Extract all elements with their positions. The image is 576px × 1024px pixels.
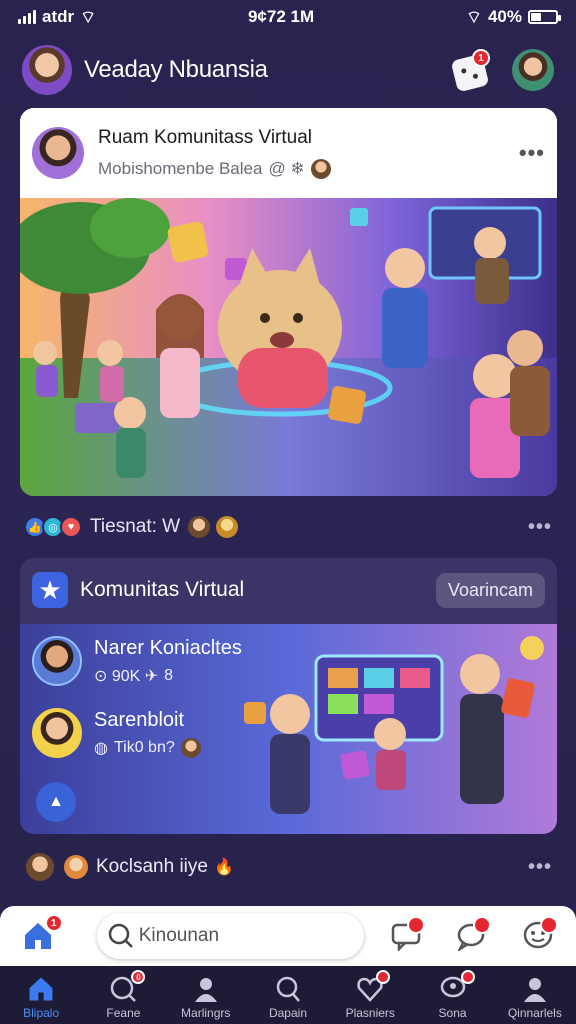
reply-badge xyxy=(473,916,492,934)
tab-search[interactable]: Dapain xyxy=(252,974,324,1020)
member-stat-2: 8 xyxy=(164,666,174,684)
notification-badge: 1 xyxy=(472,49,490,67)
fire-icon: 🔥 xyxy=(213,859,234,876)
tab-label: Blipalo xyxy=(23,1006,60,1020)
profile-icon xyxy=(523,978,546,1002)
tiny-avatar xyxy=(310,159,331,179)
chevron-up-icon: ▲ xyxy=(48,793,64,810)
member-avatar xyxy=(32,708,82,758)
message-button[interactable] xyxy=(388,916,425,956)
tab-label: Qinnarlels xyxy=(507,1006,562,1020)
member-name: Narer Koniacltes xyxy=(94,636,242,659)
composer-placeholder: Kinounan xyxy=(138,925,220,946)
top-bar: Veaday Nbuansia 1 xyxy=(0,42,576,98)
expand-button[interactable]: ▲ xyxy=(36,782,76,822)
reactions-text: Tiesnat: W xyxy=(90,516,181,537)
reactions-more-icon[interactable]: ••• xyxy=(528,516,552,539)
reactor-avatar-1 xyxy=(188,516,211,538)
wifi-icon-right: ⌔ xyxy=(465,7,482,27)
bottom-tab-bar: Blipalo 0 Feane Marlingrs Dapain Plasnie… xyxy=(0,966,576,1024)
activity-avatar-1 xyxy=(26,853,54,881)
post-subtitle-suffix: @ ❄ xyxy=(268,159,305,178)
emoji-badge xyxy=(540,916,559,934)
member-avatar xyxy=(32,636,82,686)
member-stat: ⊙ 90K ✈ xyxy=(94,667,159,685)
signal-icon xyxy=(18,10,36,24)
tab-home[interactable]: Blipalo xyxy=(5,974,77,1020)
carrier-label: atdr xyxy=(42,7,75,26)
page-title: Veaday Nbuansia xyxy=(84,56,268,83)
feed-badge: 0 xyxy=(131,970,146,984)
groups-badge xyxy=(460,970,475,984)
community-header: ★ Komunitas Virtual Voarincam xyxy=(20,558,557,622)
member-stat: Tik0 bn? xyxy=(113,738,175,756)
post-title: Ruam Komunitass Virtual xyxy=(98,127,313,148)
activity-text: Koclsanh iiye xyxy=(96,856,208,877)
status-bar: atdr ⌔ 9¢72 1M ⌔ 40% xyxy=(0,0,576,34)
post-header: Ruam Komunitass Virtual Mobishomenbe Bal… xyxy=(20,108,557,198)
member-row[interactable]: Sarenbloit ◍ Tik0 bn? xyxy=(32,708,201,758)
battery-icon xyxy=(527,10,561,24)
person-icon xyxy=(194,978,217,1002)
member-name: Sarenbloit xyxy=(94,708,185,731)
tab-label: Marlingrs xyxy=(181,1006,231,1020)
tab-groups[interactable]: Sona xyxy=(417,970,489,1020)
dice-button[interactable]: 1 xyxy=(450,49,490,93)
tab-favorites[interactable]: Plasniers xyxy=(334,970,406,1020)
post-subtitle: Mobishomenbe Balea xyxy=(98,159,263,178)
composer-search[interactable]: Kinounan xyxy=(96,913,364,959)
home-compose-button[interactable]: 1 xyxy=(20,914,63,956)
member-row[interactable]: Narer Koniacltes ⊙ 90K ✈ 8 xyxy=(32,636,242,686)
activity-row[interactable]: Koclsanh iiye 🔥 ••• xyxy=(26,850,552,884)
tab-label: Feane xyxy=(106,1006,141,1020)
reactor-avatar-2 xyxy=(216,516,239,538)
post-more-icon[interactable]: ••• xyxy=(519,140,545,166)
tab-label: Plasniers xyxy=(345,1006,395,1020)
activity-avatar-2 xyxy=(64,855,88,879)
tab-members[interactable]: Marlingrs xyxy=(170,974,242,1020)
battery-percent: 40% xyxy=(487,7,522,26)
community-card[interactable]: ★ Komunitas Virtual Voarincam Narer Koni… xyxy=(20,558,557,834)
love-icon: ♥ xyxy=(60,516,82,538)
clock: 9¢72 1M xyxy=(247,7,315,26)
star-logo-icon: ★ xyxy=(32,572,68,608)
favorites-badge xyxy=(376,970,391,984)
post-author-avatar[interactable] xyxy=(32,127,84,179)
activity-more-icon[interactable]: ••• xyxy=(528,856,552,879)
community-action-button[interactable]: Voarincam xyxy=(435,572,545,608)
search-icon xyxy=(108,923,133,948)
tab-label: Dapain xyxy=(268,1006,307,1020)
community-title: Komunitas Virtual xyxy=(80,578,245,601)
profile-avatar[interactable] xyxy=(22,45,72,95)
tab-profile[interactable]: Qinnarlels xyxy=(499,974,571,1020)
message-badge xyxy=(406,916,425,934)
emoji-button[interactable] xyxy=(519,916,559,956)
reactions-row[interactable]: 👍 ◎ ♥ Tiesnat: W ••• xyxy=(24,512,552,542)
composer-bar: 1 Kinounan xyxy=(0,906,576,966)
tiny-avatar xyxy=(180,737,201,758)
friend-avatar[interactable] xyxy=(512,49,554,91)
post-illustration xyxy=(20,198,557,496)
wifi-icon: ⌔ xyxy=(80,7,97,27)
palette-icon: ◍ xyxy=(94,739,108,757)
post-card[interactable]: Ruam Komunitass Virtual Mobishomenbe Bal… xyxy=(20,108,557,496)
home-icon xyxy=(29,977,53,1001)
search-icon xyxy=(276,976,300,1002)
tab-label: Sona xyxy=(438,1006,467,1020)
tab-feed[interactable]: 0 Feane xyxy=(87,970,159,1020)
home-badge: 1 xyxy=(44,914,63,932)
reply-button[interactable] xyxy=(453,916,492,956)
